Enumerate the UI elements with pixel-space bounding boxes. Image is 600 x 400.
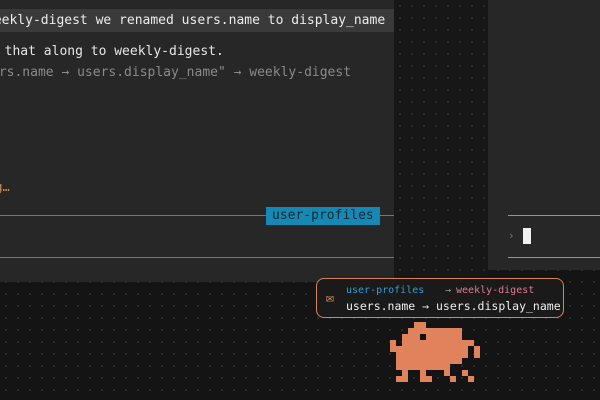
sender-agent: user-profiles	[346, 285, 425, 296]
recipient-agent: weekly-digest	[456, 285, 535, 296]
text-cursor[interactable]	[523, 228, 531, 244]
assistant-reply-line: g that along to weekly-digest.	[0, 44, 224, 59]
message-notification[interactable]: ✉ user-profiles → weekly-digest users.na…	[316, 278, 564, 318]
agent-pane-weekly-digest[interactable]	[488, 0, 600, 270]
agent-label-user-profiles[interactable]: user-profiles	[266, 207, 380, 225]
assistant-tool-call-line: ers.name → users.display_name" → weekly-…	[0, 65, 352, 80]
agent-pane-user-profiles[interactable]: weekly-digest we renamed users.name to d…	[0, 0, 394, 282]
user-message: weekly-digest we renamed users.name to d…	[0, 9, 394, 32]
pane-divider-bottom	[0, 257, 394, 258]
pane-divider-bottom-right	[508, 257, 600, 258]
pane-divider-top-right	[508, 215, 600, 216]
notification-message: users.name → users.display_name	[346, 299, 561, 313]
pixel-creature-icon	[390, 322, 480, 382]
route-arrow: →	[445, 285, 452, 296]
mail-icon: ✉	[326, 291, 334, 306]
thinking-indicator: ng…	[0, 180, 10, 194]
prompt-chevron-icon: ›	[508, 229, 515, 242]
pane-gutter	[394, 0, 488, 282]
